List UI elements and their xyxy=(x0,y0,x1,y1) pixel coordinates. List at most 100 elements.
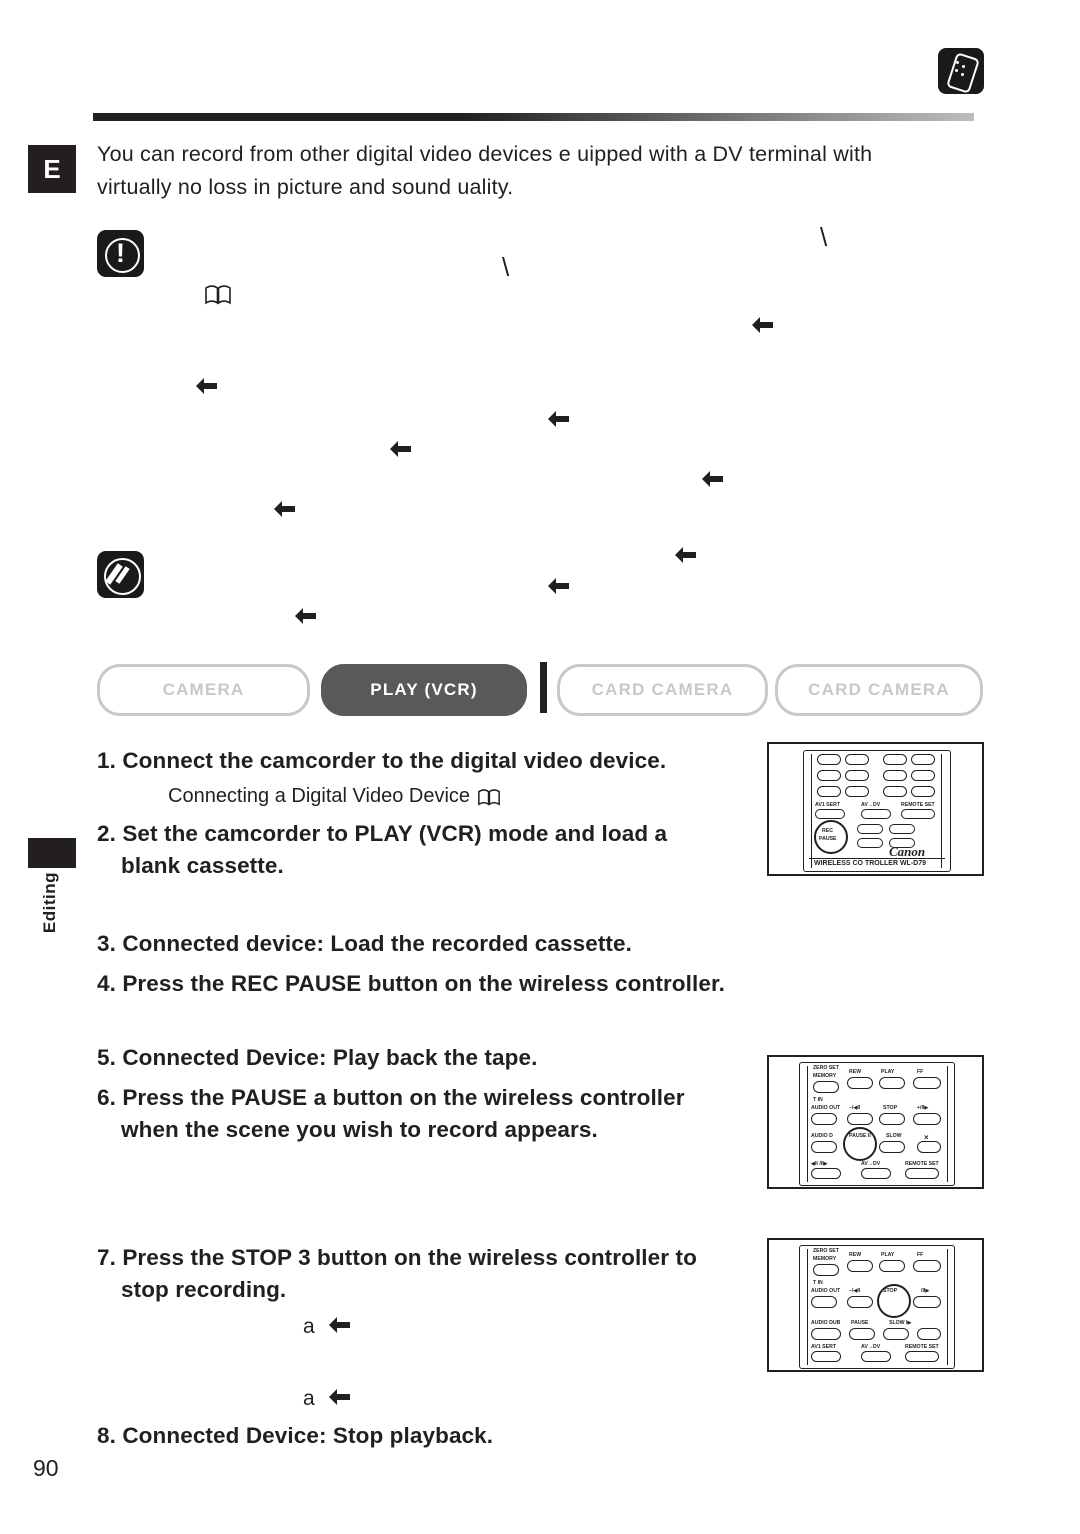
remote-mid-label-stop: STOP xyxy=(883,1105,898,1111)
remote-mid-label-minus: –/◀II xyxy=(849,1105,861,1111)
step-5-text: Connected Device: Play back the tape. xyxy=(122,1045,538,1070)
step-6-text-2: when the scene you wish to record appear… xyxy=(121,1117,598,1142)
remote-top-label-av1: AV1 SERT xyxy=(815,802,840,808)
step-2-text: Set the camcorder to PLAY (VCR) mode and… xyxy=(122,821,668,846)
remote-mid-label-audio-dub: AUDIO D xyxy=(811,1133,833,1139)
step-1-subtext: Connecting a Digital Video Device xyxy=(168,785,768,808)
remote-bot-label-ff: FF xyxy=(917,1252,924,1258)
bullet-arrow-9 xyxy=(294,607,318,625)
stray-mark-1: \ xyxy=(820,222,828,252)
remote-diagram-rec-pause: AV1 SERT AV→DV REMOTE SET REC PAUSE Cano… xyxy=(767,742,984,876)
chapter-tab-label: Editing xyxy=(40,872,59,934)
bullet-arrow-3 xyxy=(547,410,571,428)
mode-button-card-camera-2-label: CARD CAMERA xyxy=(808,680,950,699)
bullet-arrow-8 xyxy=(547,577,571,595)
step-3: 3. Connected device: Load the recorded c… xyxy=(97,928,797,960)
step-8: 8. Connected Device: Stop playback. xyxy=(97,1420,797,1452)
wireless-controller-badge-icon xyxy=(938,48,984,94)
intro-line-2: virtually no loss in picture and sound u… xyxy=(97,175,514,199)
remote-bot-label-pause: PAUSE xyxy=(851,1320,869,1326)
step-7-text-2: stop recording. xyxy=(121,1277,287,1302)
remote-bot-label-remote-set: REMOTE SET xyxy=(905,1344,939,1350)
remote-dot-2 xyxy=(962,65,965,68)
bullet-arrow-6 xyxy=(273,500,297,518)
step-3-number: 3. xyxy=(97,931,116,956)
remote-dot-3 xyxy=(955,69,958,72)
remote-bot-label-plus: /II▶ xyxy=(921,1288,930,1294)
remote-top-label-remote-set: REMOTE SET xyxy=(901,802,935,808)
reference-book-icon xyxy=(205,285,231,305)
inline-marker-a-2: a xyxy=(303,1387,315,1410)
intro-line-1: You can record from other digital video … xyxy=(97,142,873,166)
remote-bot-label-play: PLAY xyxy=(881,1252,895,1258)
inline-marker-a-1: a xyxy=(303,1315,315,1338)
remote-mid-label-rew: REW xyxy=(849,1069,862,1075)
step-1-subtext-label: Connecting a Digital Video Device xyxy=(168,785,471,807)
remote-dot-1 xyxy=(956,61,959,64)
bullet-arrow-5 xyxy=(701,470,725,488)
step-2: 2. Set the camcorder to PLAY (VCR) mode … xyxy=(97,818,757,882)
remote-mid-label-avdv: AV→DV xyxy=(861,1161,881,1167)
stray-mark-2: \ xyxy=(502,252,510,282)
step-8-number: 8. xyxy=(97,1423,116,1448)
mode-button-play-vcr[interactable]: PLAY (VCR) xyxy=(321,664,527,716)
mode-divider xyxy=(540,662,547,713)
remote-bot-label-memory: MEMORY xyxy=(813,1256,837,1262)
step-6: 6. Press the PAUSE a button on the wirel… xyxy=(97,1082,797,1146)
important-notice-icon: ! xyxy=(97,230,144,277)
page-number: 90 xyxy=(33,1455,59,1481)
mode-button-camera-label: CAMERA xyxy=(162,680,245,699)
remote-mid-label-slowplay: ◀II /II▶ xyxy=(811,1161,828,1167)
remote-top-label-avdv: AV→DV xyxy=(861,802,881,808)
remote-diagram-stop: ZERO SET MEMORY REW PLAY FF T IN AUDIO O… xyxy=(767,1238,984,1372)
step-1-text: Connect the camcorder to the digital vid… xyxy=(122,748,667,773)
remote-mid-label-plus: +/II▶ xyxy=(917,1105,929,1111)
stop-highlight-circle xyxy=(877,1284,911,1318)
chapter-tab-block xyxy=(28,838,76,868)
remote-mid-label-play: PLAY xyxy=(881,1069,895,1075)
remote-mid-label-zeroset: ZERO SET xyxy=(813,1065,839,1071)
inline-arrow-1 xyxy=(328,1316,352,1334)
step-5-number: 5. xyxy=(97,1045,116,1070)
remote-model-text: WIRELESS CO TROLLER WL-D79 xyxy=(814,860,926,867)
step-7-text: Press the STOP 3 button on the wireless … xyxy=(122,1245,697,1270)
step-1-number: 1. xyxy=(97,748,116,773)
mode-button-play-vcr-label: PLAY (VCR) xyxy=(370,680,478,699)
remote-bot-label-zeroset: ZERO SET xyxy=(813,1248,839,1254)
inline-arrow-2 xyxy=(328,1388,352,1406)
step-7-number: 7. xyxy=(97,1245,116,1270)
mode-button-card-camera-1[interactable]: CARD CAMERA xyxy=(557,664,768,716)
remote-mid-label-remote-set: REMOTE SET xyxy=(905,1161,939,1167)
edition-letter-tab: E xyxy=(28,145,76,193)
notes-icon xyxy=(97,551,144,598)
bullet-arrow-1 xyxy=(751,316,775,334)
step-5: 5. Connected Device: Play back the tape. xyxy=(97,1042,797,1074)
step-4-number: 4. xyxy=(97,971,116,996)
bullet-arrow-2 xyxy=(195,377,219,395)
step-6-number: 6. xyxy=(97,1085,116,1110)
mode-indicator-bar: CAMERA PLAY (VCR) CARD CAMERA CARD CAMER… xyxy=(97,662,983,716)
remote-mid-label-slow: SLOW xyxy=(886,1133,902,1139)
notice-exclamation: ! xyxy=(116,238,125,268)
remote-bot-label-rew: REW xyxy=(849,1252,862,1258)
mode-button-camera[interactable]: CAMERA xyxy=(97,664,310,716)
step-2-text-2: blank cassette. xyxy=(121,853,284,878)
step-2-number: 2. xyxy=(97,821,116,846)
remote-bot-label-av1: AV1 SERT xyxy=(811,1344,836,1350)
remote-bot-label-audio-out: AUDIO OUT xyxy=(811,1288,841,1294)
reference-book-icon-2 xyxy=(477,789,500,806)
remote-bot-label-minus: –/◀II xyxy=(849,1288,861,1294)
step-3-text: Connected device: Load the recorded cass… xyxy=(122,931,632,956)
remote-bot-label-audio-dub: AUDIO DUB xyxy=(811,1320,841,1326)
step-7: 7. Press the STOP 3 button on the wirele… xyxy=(97,1242,797,1306)
step-6-text: Press the PAUSE a button on the wireless… xyxy=(122,1085,685,1110)
mode-button-card-camera-2[interactable]: CARD CAMERA xyxy=(775,664,983,716)
remote-bot-label-avdv: AV→DV xyxy=(861,1344,881,1350)
mode-button-card-camera-1-label: CARD CAMERA xyxy=(591,680,734,699)
intro-paragraph: You can record from other digital video … xyxy=(97,138,957,204)
pause-highlight-circle xyxy=(843,1127,877,1161)
bullet-arrow-4 xyxy=(389,440,413,458)
bullet-arrow-7 xyxy=(674,546,698,564)
remote-diagram-pause: ZERO SET MEMORY REW PLAY FF T IN AUDIO O… xyxy=(767,1055,984,1189)
step-4: 4. Press the REC PAUSE button on the wir… xyxy=(97,968,817,1000)
